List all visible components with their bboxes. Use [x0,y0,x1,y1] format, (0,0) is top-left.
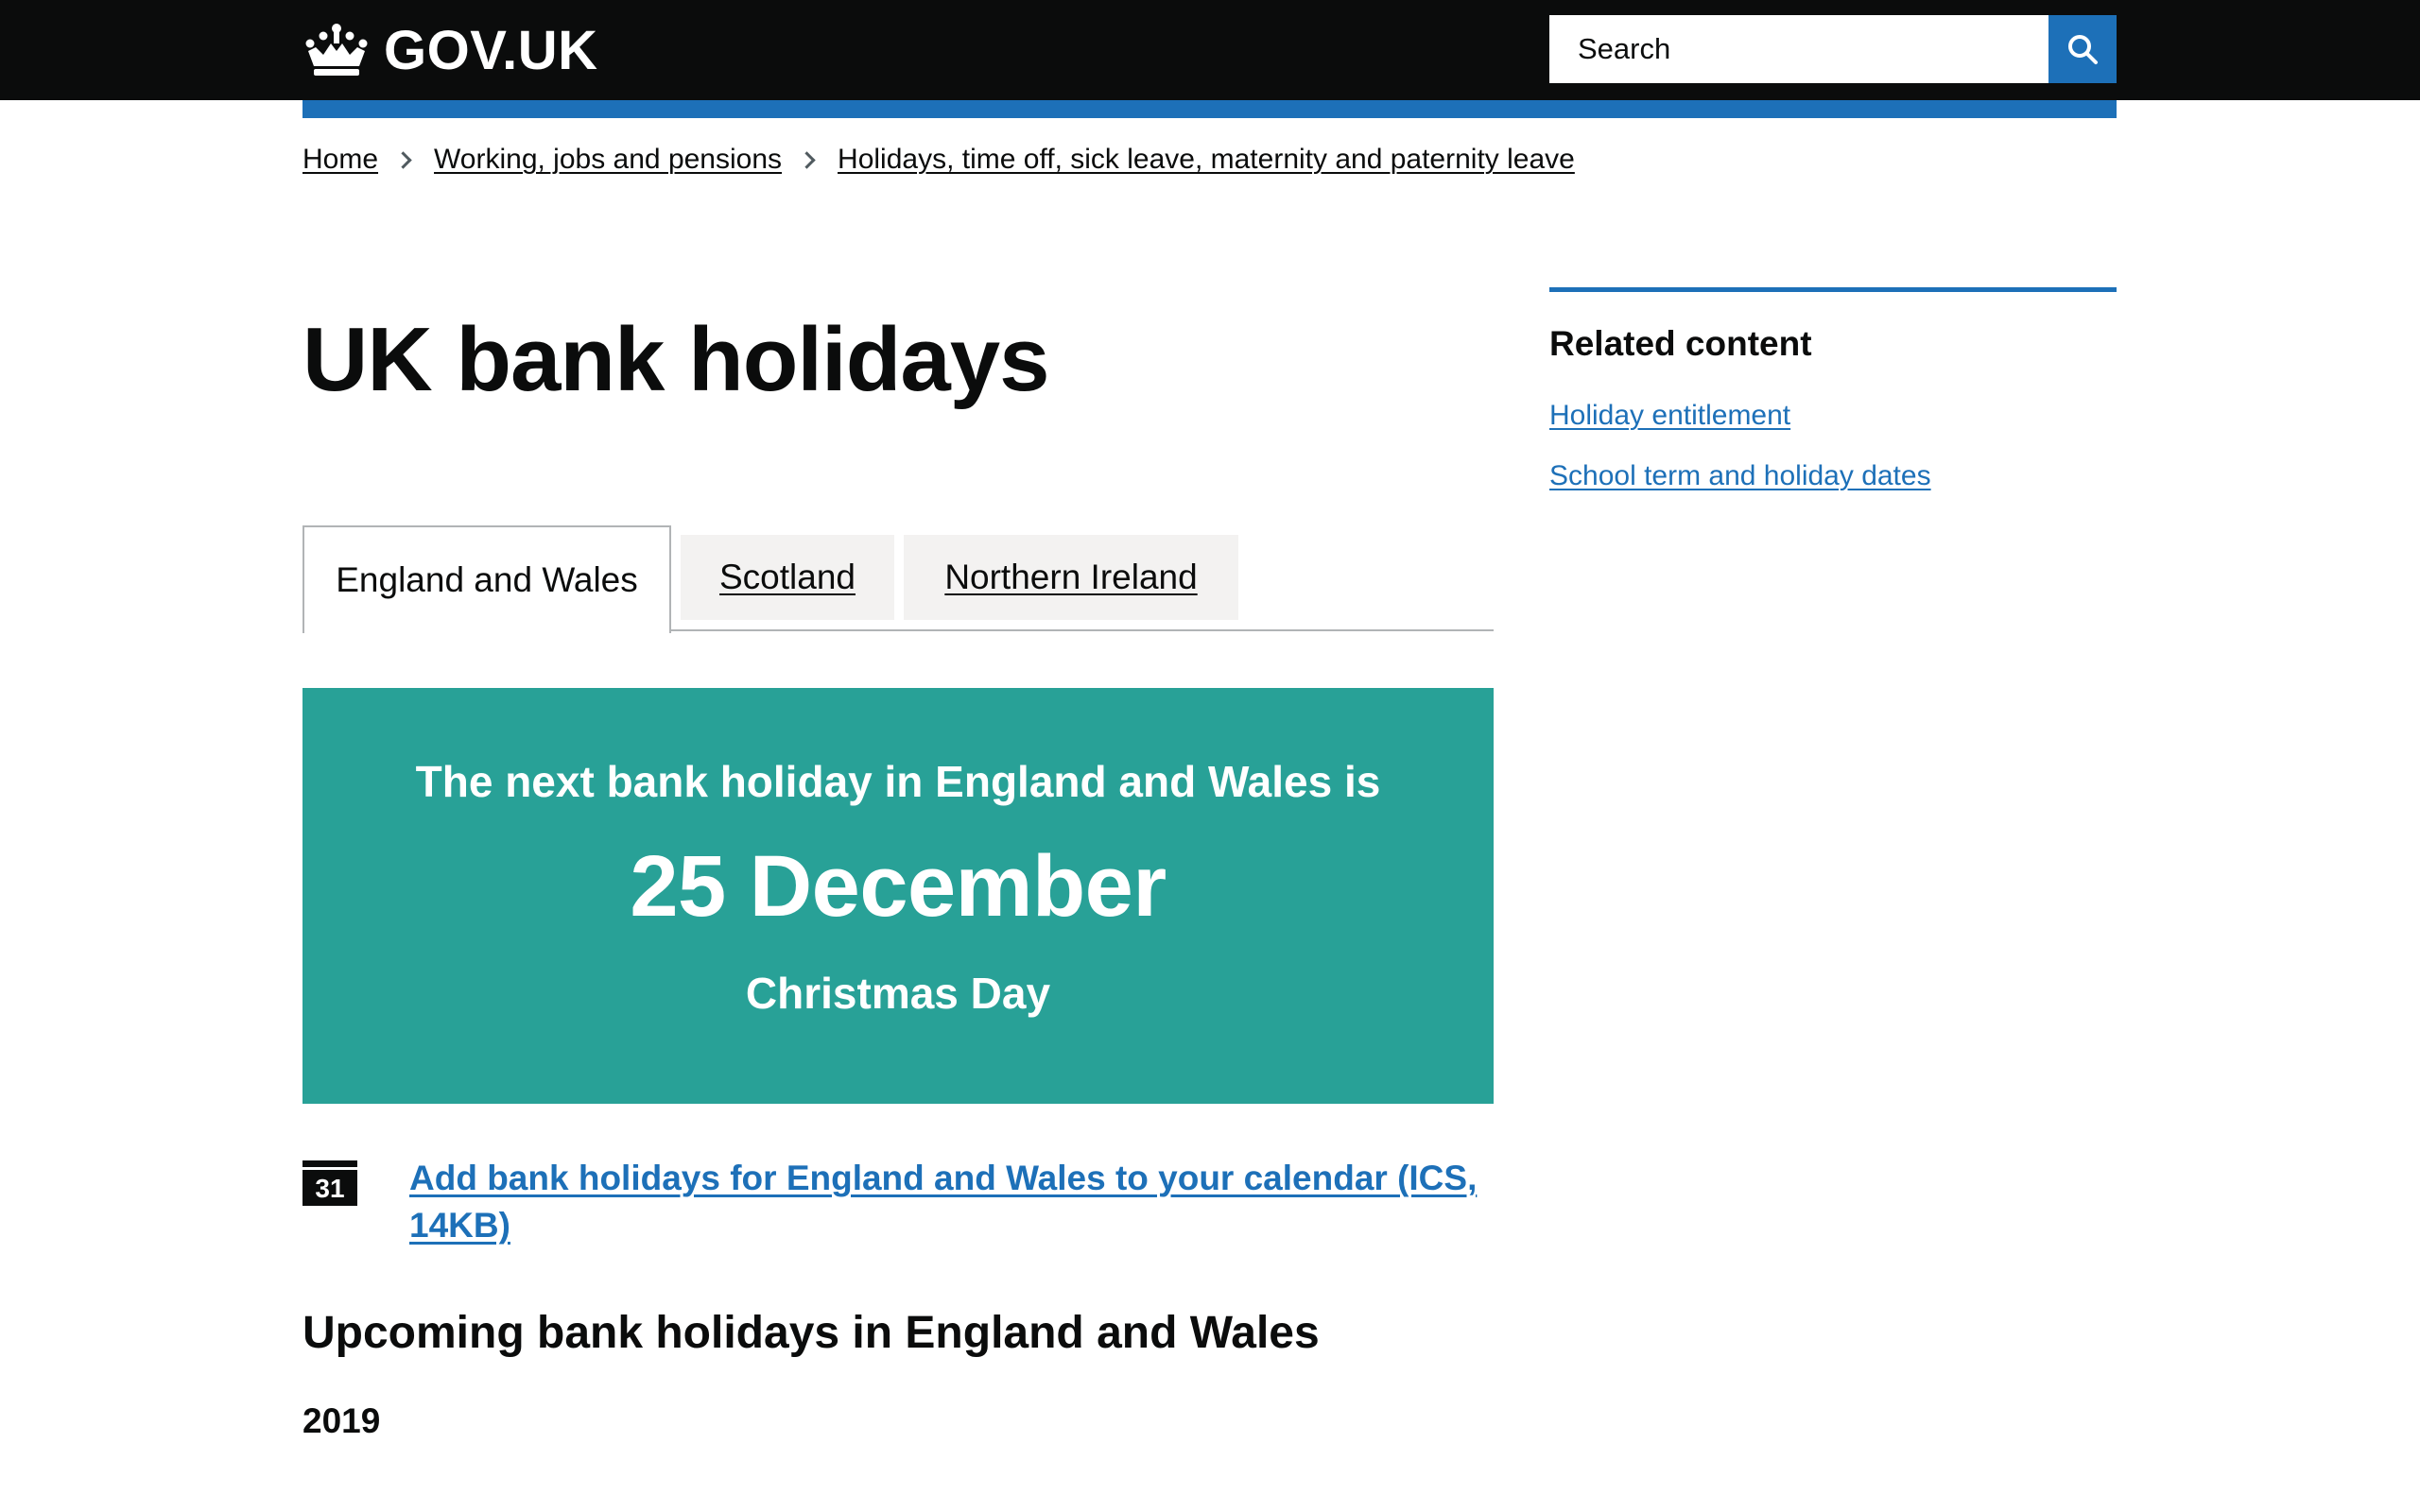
add-to-calendar-link[interactable]: Add bank holidays for England and Wales … [409,1155,1494,1249]
next-holiday-name: Christmas Day [745,969,1051,1018]
page-title: UK bank holidays [302,309,1049,410]
crown-icon [305,24,368,76]
tab-england-and-wales[interactable]: England and Wales [302,525,671,633]
next-holiday-date: 25 December [630,838,1167,935]
tab-scotland[interactable]: Scotland [681,535,894,620]
breadcrumb-working-jobs-pensions[interactable]: Working, jobs and pensions [434,144,782,176]
header-accent-bar [302,100,2117,118]
related-content-heading: Related content [1549,324,1812,363]
upcoming-holidays-heading: Upcoming bank holidays in England and Wa… [302,1308,1320,1358]
breadcrumb: Home Working, jobs and pensions Holidays… [302,144,1575,176]
logo-text: GOV.UK [384,19,598,81]
search-icon [2068,35,2098,64]
year-heading: 2019 [302,1401,381,1440]
next-holiday-banner: The next bank holiday in England and Wal… [302,688,1494,1104]
related-link-holiday-entitlement[interactable]: Holiday entitlement [1549,400,2117,432]
search-input[interactable] [1549,15,2048,83]
search-button[interactable] [2048,15,2117,83]
calendar-icon: 31 [302,1160,357,1206]
calendar-icon-number: 31 [315,1174,345,1203]
chevron-right-icon [394,150,412,169]
related-content: Related content Holiday entitlement Scho… [1549,287,2117,492]
tab-northern-ireland[interactable]: Northern Ireland [904,535,1238,620]
govuk-logo-link[interactable]: GOV.UK [302,17,597,83]
site-header: GOV.UK [0,0,2420,100]
breadcrumb-holidays-leave[interactable]: Holidays, time off, sick leave, maternit… [838,144,1575,176]
chevron-right-icon [798,150,816,169]
next-holiday-intro: The next bank holiday in England and Wal… [415,757,1381,806]
breadcrumb-home[interactable]: Home [302,144,378,176]
search-form [1549,15,2117,83]
region-tabs: England and Wales Scotland Northern Irel… [302,525,1494,633]
related-link-school-term-dates[interactable]: School term and holiday dates [1549,460,2117,492]
